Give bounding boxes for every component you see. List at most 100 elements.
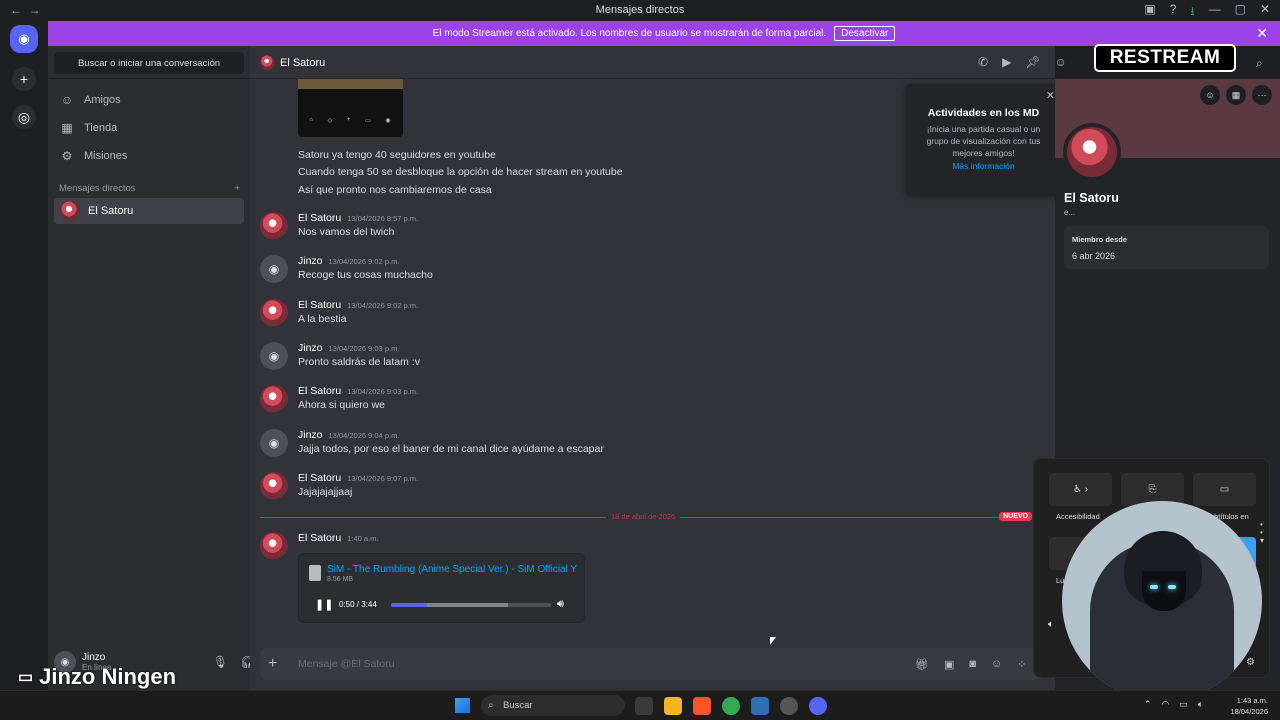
close-window-button[interactable]: ✕: [1260, 2, 1270, 23]
taskbar-apps: [635, 697, 827, 715]
add-friend-icon[interactable]: ☺: [1055, 55, 1067, 69]
steam-icon[interactable]: [780, 697, 798, 715]
message-timestamp: 13/04/2026 8:57 p.m.: [347, 214, 419, 223]
emoji-icon[interactable]: ☺: [991, 658, 1002, 671]
audio-progress-bar[interactable]: [391, 603, 551, 607]
profile-avatar[interactable]: [1063, 123, 1121, 181]
gift-icon[interactable]: 🎁︎: [915, 658, 929, 671]
sidebar-item-label: Misiones: [84, 150, 128, 162]
task-view-icon[interactable]: [635, 697, 653, 715]
minimize-button[interactable]: —: [1209, 2, 1221, 23]
avatar[interactable]: [260, 212, 288, 240]
audio-progress-fill: [391, 603, 428, 607]
explore-icon[interactable]: ◎: [12, 105, 36, 129]
user-name: Jinzo: [82, 652, 106, 663]
sticker-icon[interactable]: ◙: [969, 658, 976, 671]
avatar[interactable]: ◉: [260, 429, 288, 457]
message-text: Pronto saldrás de latam :v: [298, 356, 420, 368]
apps-icon[interactable]: ⁘: [1017, 658, 1026, 671]
discord-taskbar-icon[interactable]: [809, 697, 827, 715]
help-icon[interactable]: ?: [1170, 2, 1177, 23]
add-friend-icon[interactable]: ☺: [1200, 85, 1220, 105]
taskbar-search[interactable]: ⌕ Buscar: [481, 695, 625, 716]
taskbar-search-label: Buscar: [503, 700, 533, 711]
audio-attachment: SiM - The Rumbling (Anime Special Ver.) …: [298, 553, 585, 623]
gif-icon[interactable]: ▣: [944, 658, 954, 671]
avatar[interactable]: ◉: [260, 342, 288, 370]
avatar[interactable]: ◉: [260, 255, 288, 283]
overlay-name-text: Jinzo Ningen: [39, 664, 177, 689]
message-author[interactable]: El Satoru: [298, 532, 341, 544]
maximize-button[interactable]: ▢: [1235, 2, 1246, 23]
message-text: A la bestia: [298, 313, 347, 325]
display-icon[interactable]: ▭: [1179, 699, 1188, 710]
discord-home-icon[interactable]: ◉: [10, 25, 38, 53]
chrome-icon[interactable]: [722, 697, 740, 715]
image-thumbnail[interactable]: ⌂ ◇ + ▭ ◉: [298, 79, 403, 137]
popup-close-icon[interactable]: ✕: [1046, 89, 1055, 102]
download-icon[interactable]: ⭳: [1190, 2, 1194, 23]
message-author[interactable]: Jinzo: [298, 429, 323, 441]
avatar[interactable]: [260, 385, 288, 413]
message-composer[interactable]: + Mensaje @El Satoru 🎁︎ ▣ ◙ ☺ ⁘: [260, 648, 1045, 680]
sidebar-item-friends[interactable]: ☺ Amigos: [54, 87, 244, 113]
vscode-icon[interactable]: [751, 697, 769, 715]
message-timestamp: 13/04/2026 9:02 p.m.: [347, 301, 419, 310]
deactivate-button[interactable]: Desactivar: [834, 26, 896, 41]
message-author[interactable]: El Satoru: [298, 472, 341, 484]
create-dm-icon[interactable]: +: [234, 183, 240, 194]
project-tile[interactable]: ▭: [1193, 473, 1256, 506]
message-author[interactable]: El Satoru: [298, 385, 341, 397]
title-bar: ← → Mensajes directos ▣ ? ⭳ — ▢ ✕: [0, 0, 1280, 21]
audio-file-name[interactable]: SiM - The Rumbling (Anime Special Ver.) …: [327, 564, 577, 575]
voice-call-icon[interactable]: ✆: [978, 55, 988, 69]
accessibility-tile[interactable]: ♿︎ ›: [1049, 473, 1112, 506]
settings-icon[interactable]: ⚙: [1246, 657, 1255, 668]
streamer-mode-banner: El modo Streamer está activado. Los nomb…: [48, 21, 1280, 46]
clock-date: 18/04/2026: [1230, 707, 1268, 716]
audio-buffered: [427, 603, 508, 607]
message-author[interactable]: Jinzo: [298, 342, 323, 354]
add-attachment-icon[interactable]: +: [268, 655, 277, 673]
dm-sidebar: Buscar o iniciar una conversación ☺ Amig…: [48, 46, 278, 690]
conversation-search[interactable]: Buscar o iniciar una conversación: [54, 52, 244, 74]
microphone-icon[interactable]: 🎙︎: [213, 655, 228, 669]
brave-browser-icon[interactable]: [693, 697, 711, 715]
activities-popup: ✕ Actividades en los MD ¡Inicia una part…: [905, 84, 1062, 194]
speaker-icon[interactable]: 🔈︎: [1048, 619, 1054, 630]
windows-start-icon[interactable]: [455, 698, 470, 713]
gift-icon[interactable]: ▦: [1226, 85, 1246, 105]
pin-icon[interactable]: 📌︎: [1025, 55, 1040, 69]
message-author[interactable]: El Satoru: [298, 299, 341, 311]
system-clock[interactable]: 1:43 a.m. 18/04/2026: [1230, 695, 1268, 717]
dm-header: Mensajes directos +: [59, 183, 240, 194]
volume-tray-icon[interactable]: 🔈︎: [1198, 699, 1203, 710]
video-call-icon[interactable]: ▶: [1002, 55, 1011, 69]
message-author[interactable]: El Satoru: [298, 212, 341, 224]
message-text: Ahora si quiero we: [298, 399, 385, 411]
sidebar-item-quests[interactable]: ⚙ Misiones: [54, 143, 244, 169]
avatar[interactable]: [260, 532, 288, 560]
sidebar-item-label: Amigos: [84, 94, 121, 106]
more-icon[interactable]: ⋯: [1252, 85, 1272, 105]
add-server-icon[interactable]: +: [12, 67, 36, 91]
file-explorer-icon[interactable]: [664, 697, 682, 715]
volume-icon[interactable]: 🔊︎: [557, 598, 564, 611]
message-line: Así que pronto nos cambiaremos de casa: [298, 184, 492, 196]
avatar[interactable]: [260, 472, 288, 500]
pause-icon[interactable]: ❚❚: [315, 598, 333, 611]
chevron-up-icon[interactable]: ⌃: [1144, 699, 1152, 710]
screen-share-icon[interactable]: ▣: [1144, 2, 1155, 23]
dm-item-el-satoru[interactable]: El Satoru: [54, 198, 244, 224]
popup-link[interactable]: Más información: [905, 161, 1062, 171]
store-icon: ▦: [61, 121, 73, 135]
wifi-icon[interactable]: ◠: [1162, 699, 1170, 710]
sidebar-item-store[interactable]: ▦ Tienda: [54, 115, 244, 141]
banner-close-icon[interactable]: ✕: [1256, 25, 1268, 42]
header-search-icon[interactable]: ⌕: [1256, 56, 1263, 71]
composer-icons: 🎁︎ ▣ ◙ ☺ ⁘: [915, 658, 1026, 671]
avatar[interactable]: [260, 299, 288, 327]
page-dots-icon[interactable]: • • ▾: [1260, 521, 1264, 545]
message-author[interactable]: Jinzo: [298, 255, 323, 267]
search-icon: ⌕: [488, 700, 494, 711]
